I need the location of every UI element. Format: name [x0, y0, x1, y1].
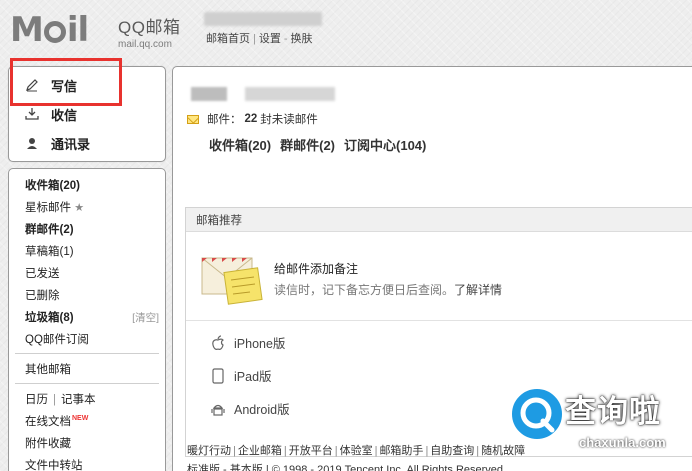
recommend-title: 邮箱推荐 — [186, 208, 692, 232]
watermark: 查询啦 chaxunla.com — [509, 382, 692, 471]
app-android[interactable]: Android版 — [210, 399, 290, 418]
footer-link[interactable]: 开放平台 — [289, 445, 333, 457]
top-links: 邮箱首页 | 设置 - 换肤 — [206, 33, 313, 45]
app-ipad[interactable]: iPad版 — [210, 366, 272, 385]
docs-link[interactable]: 在线文档NEW — [25, 413, 88, 429]
quick-group[interactable]: 群邮件(2) — [280, 135, 335, 154]
logo-o-icon — [43, 21, 66, 43]
note-feature-desc: 读信时，记下备忘方便日后查阅。了解详情 — [274, 283, 503, 297]
qqmail-logo[interactable]: Mil — [10, 10, 110, 50]
watermark-url: chaxunla.com — [579, 435, 666, 450]
calendar-notes-row: 日历 | 记事本 — [25, 394, 96, 406]
footer-link[interactable]: 暖灯行动 — [187, 445, 231, 457]
footer-link[interactable]: 体验室 — [340, 445, 373, 457]
contacts-button[interactable]: 通讯录 — [23, 133, 90, 153]
link-settings[interactable]: 设置 — [259, 33, 281, 45]
folder-starred[interactable]: 星标邮件 ★ — [25, 199, 84, 215]
folder-sent[interactable]: 已发送 — [25, 265, 60, 281]
receive-button[interactable]: 收信 — [23, 104, 77, 124]
contacts-icon — [23, 134, 41, 152]
watermark-search-icon — [509, 386, 565, 442]
divider — [15, 353, 159, 354]
sticky-note-icon — [200, 250, 266, 308]
brand-title: QQ邮箱 — [118, 18, 181, 37]
favorites-link[interactable]: 附件收藏 — [25, 435, 71, 451]
new-badge: NEW — [72, 415, 89, 422]
brand-domain: mail.qq.com — [118, 39, 172, 50]
footer-link[interactable]: 企业邮箱 — [238, 445, 282, 457]
folder-list: 收件箱(20) 星标邮件 ★ 群邮件(2) 草稿箱(1) 已发送 已删除 垃圾箱… — [8, 168, 166, 471]
star-icon: ★ — [74, 202, 85, 214]
greeting-blurred-2 — [245, 87, 335, 101]
inbox-download-icon — [23, 105, 41, 123]
contacts-label: 通讯录 — [51, 136, 91, 152]
logo-text: Mil — [10, 10, 89, 50]
calendar-link[interactable]: 日历 — [25, 394, 48, 406]
folder-drafts[interactable]: 草稿箱(1) — [25, 243, 74, 259]
quick-links: 收件箱(20) 群邮件(2) 订阅中心(104) — [209, 135, 426, 154]
folder-other[interactable]: 其他邮箱 — [25, 361, 71, 377]
unread-count: 22 — [244, 113, 258, 125]
app-iphone[interactable]: iPhone版 — [210, 333, 285, 352]
greeting-blurred — [191, 87, 227, 101]
folder-subscription[interactable]: QQ邮件订阅 — [25, 331, 89, 347]
watermark-title: 查询啦 — [565, 394, 661, 429]
tablet-icon — [210, 367, 226, 384]
spam-clear-link[interactable]: [清空] — [132, 310, 159, 325]
footer-link[interactable]: 自助查询 — [430, 445, 474, 457]
quick-subscribe[interactable]: 订阅中心(104) — [344, 135, 426, 154]
notes-link[interactable]: 记事本 — [61, 394, 96, 406]
quick-inbox[interactable]: 收件箱(20) — [209, 135, 271, 154]
transfer-link[interactable]: 文件中转站 — [25, 457, 83, 471]
learn-more-link[interactable]: 了解详情 — [454, 283, 502, 297]
divider — [15, 383, 159, 384]
receive-label: 收信 — [51, 107, 78, 123]
footer-links: 暖灯行动 | 企业邮箱 | 开放平台 | 体验室 | 邮箱助手 | 自助查询 | 随机故障 — [187, 445, 526, 457]
link-skin[interactable]: 换肤 — [291, 33, 313, 45]
user-account-blurred — [204, 12, 322, 26]
folder-group[interactable]: 群邮件(2) — [25, 221, 74, 237]
divider — [186, 320, 692, 321]
folder-spam[interactable]: 垃圾箱(8) — [25, 309, 74, 325]
unread-summary: 邮件： 22 封未读邮件 — [187, 111, 318, 127]
folder-inbox[interactable]: 收件箱(20) — [25, 177, 80, 193]
brand: QQ邮箱 mail.qq.com — [118, 13, 180, 50]
copyright: 标准版 - 基本版 | © 1998 - 2019 Tencent Inc. A… — [187, 464, 504, 471]
apple-icon — [210, 334, 226, 351]
compose-highlight-box — [10, 58, 122, 106]
footer-link[interactable]: 邮箱助手 — [379, 445, 423, 457]
android-icon — [210, 401, 226, 417]
folder-deleted[interactable]: 已删除 — [25, 287, 60, 303]
note-feature-title[interactable]: 给邮件添加备注 — [274, 260, 358, 277]
link-home[interactable]: 邮箱首页 — [206, 33, 250, 45]
envelope-icon — [187, 114, 199, 124]
